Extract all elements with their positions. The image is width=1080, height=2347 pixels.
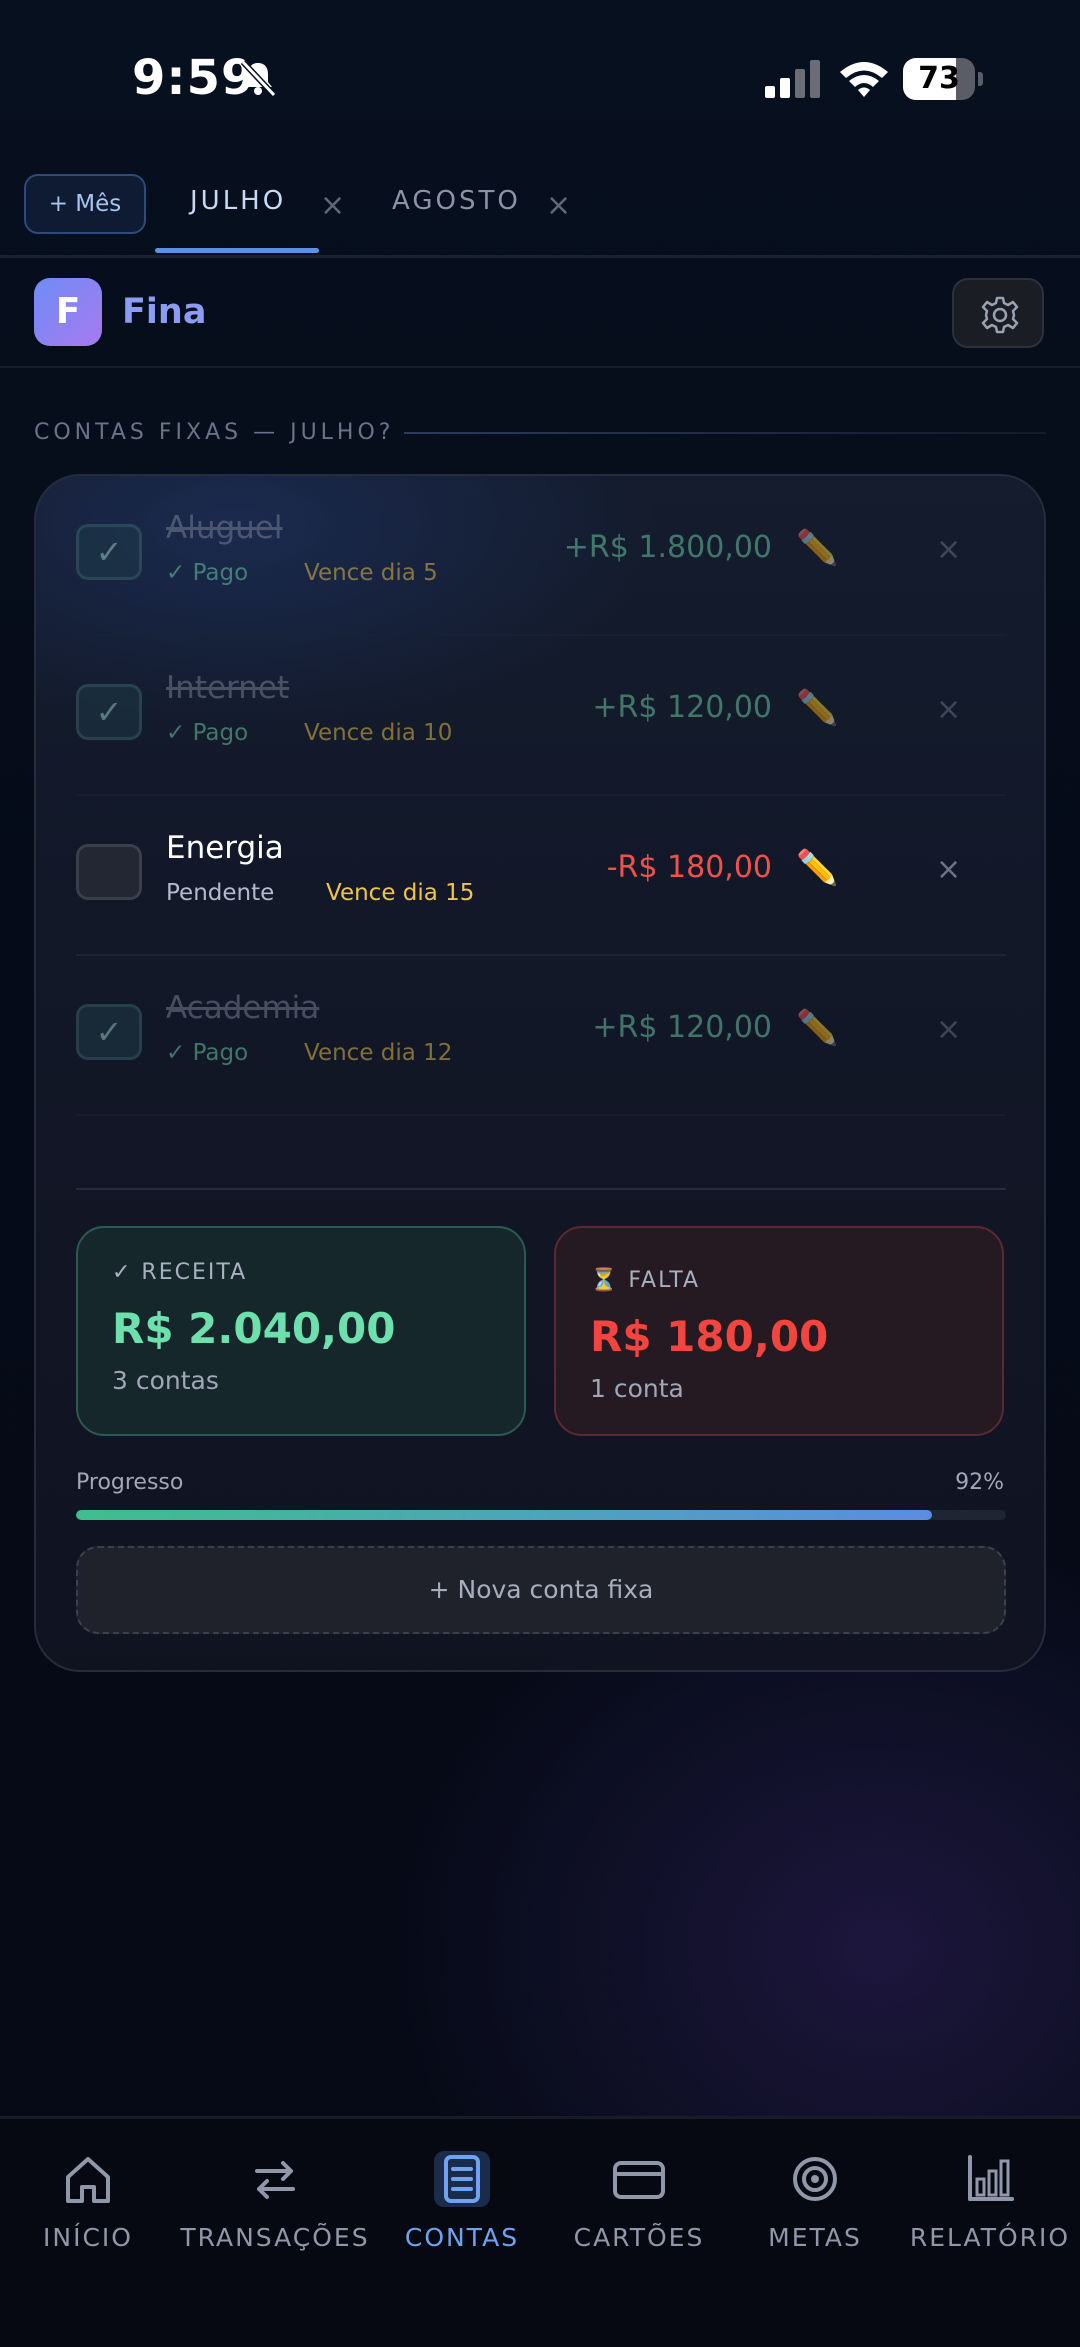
nav-label: TRANSAÇÕES: [180, 2223, 370, 2252]
receita-value: R$ 2.040,00: [112, 1304, 396, 1353]
target-icon: [793, 2157, 837, 2201]
bill-name: Internet: [166, 670, 290, 706]
pencil-icon[interactable]: ✏️: [796, 1008, 838, 1048]
bill-name: Aluguel: [166, 510, 283, 546]
add-month-button[interactable]: + Mês: [24, 174, 146, 234]
card-icon: [613, 2161, 665, 2199]
nav-label: METAS: [768, 2223, 862, 2252]
bill-name: Academia: [166, 990, 320, 1026]
falta-value: R$ 180,00: [590, 1312, 829, 1361]
home-icon: [66, 2157, 110, 2203]
battery-level: 73: [918, 61, 960, 96]
pencil-icon[interactable]: ✏️: [796, 848, 838, 888]
wifi-icon: [840, 62, 888, 97]
new-fixed-bill-button[interactable]: + Nova conta fixa: [76, 1546, 1006, 1634]
close-icon[interactable]: ×: [936, 1012, 961, 1047]
app-header: F Fina: [0, 258, 1080, 368]
close-icon[interactable]: ×: [936, 852, 961, 887]
falta-summary: ⏳ FALTA R$ 180,00 1 conta: [554, 1226, 1004, 1436]
receita-label: ✓ RECEITA: [112, 1260, 248, 1285]
bell-muted-icon: [240, 59, 277, 98]
bill-due-date: Vence dia 5: [304, 560, 438, 586]
signal-icon: [765, 60, 820, 98]
nav-label: RELATÓRIO: [909, 2223, 1071, 2252]
close-tab-agosto-icon[interactable]: ×: [546, 188, 571, 223]
gear-icon: [981, 296, 1019, 334]
bill-status: ✓ Pago: [166, 560, 249, 586]
falta-label: ⏳ FALTA: [590, 1268, 701, 1293]
bill-due-date: Vence dia 12: [304, 1040, 453, 1066]
chart-icon: [968, 2155, 1014, 2201]
close-icon[interactable]: ×: [936, 692, 961, 727]
receita-summary: ✓ RECEITA R$ 2.040,00 3 contas: [76, 1226, 526, 1436]
section-divider: [404, 432, 1046, 434]
nav-item-metas[interactable]: METAS: [715, 2149, 915, 2252]
bill-status: ✓ Pago: [166, 1040, 249, 1066]
bill-row-energia: Energia Pendente Vence dia 15 -R$ 180,00…: [76, 796, 1006, 956]
progress-percent: 92%: [955, 1470, 1004, 1495]
nav-item-inicio[interactable]: INÍCIO: [0, 2149, 188, 2252]
app-logo: F: [34, 278, 102, 346]
tab-julho[interactable]: JULHO: [190, 186, 286, 216]
nav-label: CARTÕES: [573, 2223, 705, 2252]
bill-amount: +R$ 120,00: [592, 1010, 772, 1045]
section-title: CONTAS FIXAS — JULHO?: [34, 420, 395, 445]
status-bar: 9:59 73: [0, 0, 1080, 150]
nav-item-cartoes[interactable]: CARTÕES: [539, 2149, 739, 2252]
bill-amount: +R$ 120,00: [592, 690, 772, 725]
bill-due-date: Vence dia 15: [326, 880, 475, 906]
summary-divider: [76, 1188, 1006, 1190]
nav-label: CONTAS: [404, 2223, 520, 2252]
bill-amount: -R$ 180,00: [606, 850, 772, 885]
bill-status: Pendente: [166, 880, 275, 906]
fixed-bills-card: ✓ Aluguel ✓ Pago Vence dia 5 +R$ 1.800,0…: [34, 474, 1046, 1672]
close-icon[interactable]: ×: [936, 532, 961, 567]
bill-due-date: Vence dia 10: [304, 720, 453, 746]
transfer-icon: [255, 2161, 295, 2199]
paid-checkbox[interactable]: ✓: [76, 524, 142, 580]
pencil-icon[interactable]: ✏️: [796, 528, 838, 568]
app-name: Fina: [122, 292, 207, 332]
paid-checkbox[interactable]: [76, 844, 142, 900]
nav-item-transacoes[interactable]: TRANSAÇÕES: [175, 2149, 375, 2252]
bill-amount: +R$ 1.800,00: [563, 530, 772, 565]
paid-checkbox[interactable]: ✓: [76, 1004, 142, 1060]
bill-row-academia: ✓ Academia ✓ Pago Vence dia 12 +R$ 120,0…: [76, 956, 1006, 1116]
bill-status: ✓ Pago: [166, 720, 249, 746]
settings-button[interactable]: [952, 278, 1044, 348]
bottom-nav: INÍCIO TRANSAÇÕES CONTAS CARTÕES METAS R…: [0, 2116, 1080, 2347]
close-tab-julho-icon[interactable]: ×: [320, 188, 345, 223]
bill-row-internet: ✓ Internet ✓ Pago Vence dia 10 +R$ 120,0…: [76, 636, 1006, 796]
nav-label: INÍCIO: [43, 2223, 133, 2252]
paid-checkbox[interactable]: ✓: [76, 684, 142, 740]
nav-item-contas[interactable]: CONTAS: [362, 2149, 562, 2252]
progress-fill: [76, 1510, 932, 1520]
falta-count: 1 conta: [590, 1374, 684, 1403]
bill-name: Energia: [166, 830, 284, 866]
month-tabs: + Mês JULHO × AGOSTO ×: [0, 160, 1080, 258]
progress-bar: [76, 1510, 1006, 1520]
battery-icon: 73: [903, 58, 983, 100]
tab-agosto[interactable]: AGOSTO: [392, 186, 521, 216]
nav-item-relatorio[interactable]: RELATÓRIO: [890, 2149, 1080, 2252]
document-icon: [434, 2151, 490, 2207]
status-time: 9:59: [132, 50, 256, 106]
active-tab-indicator: [155, 248, 319, 253]
bill-row-aluguel: ✓ Aluguel ✓ Pago Vence dia 5 +R$ 1.800,0…: [76, 476, 1006, 636]
receita-count: 3 contas: [112, 1366, 219, 1395]
pencil-icon[interactable]: ✏️: [796, 688, 838, 728]
progress-label: Progresso: [76, 1470, 184, 1495]
